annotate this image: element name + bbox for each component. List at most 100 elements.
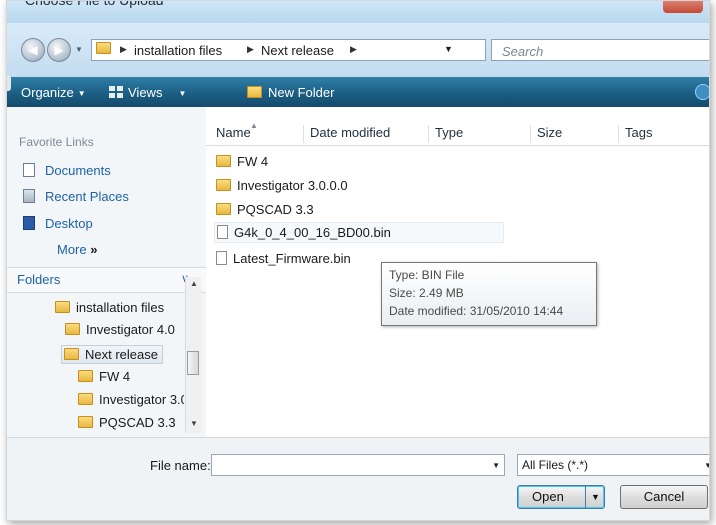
tree-item-label: FW 4 [99,369,131,384]
tree-item-investigator-3[interactable]: Investigator 3.0.0.0 [78,392,184,407]
documents-icon [23,163,35,177]
file-name-combobox[interactable]: ▼ [211,454,505,476]
caret-down-icon: ▼ [77,89,86,98]
organize-menu[interactable]: Organize ▼ [21,85,86,100]
favorite-link-documents[interactable]: Documents [23,163,111,178]
file-name: Latest_Firmware.bin [233,251,351,266]
new-folder-icon [247,86,262,98]
address-dropdown-icon[interactable]: ▼ [444,44,453,54]
tree-item-investigator-4[interactable]: Investigator 4.0 [65,322,175,337]
folders-header[interactable]: Folders ∨ [7,267,206,293]
favorite-link-label: Desktop [45,216,93,231]
tree-item-fw4[interactable]: FW 4 [78,369,130,384]
column-header-label: Tags [625,125,653,140]
file-type-filter-value: All Files (*.*) [522,458,589,472]
tree-item-label: Next release [85,347,158,362]
column-header-size[interactable]: Size [531,125,619,143]
recent-places-icon [23,189,35,203]
favorite-link-desktop[interactable]: Desktop [23,216,93,231]
recent-pages-dropdown[interactable]: ▼ [75,45,83,54]
scroll-up-icon[interactable]: ▲ [190,279,198,288]
file-name: PQSCAD 3.3 [237,202,314,217]
file-name-input[interactable] [215,456,487,476]
file-icon [216,251,227,265]
more-links[interactable]: More » [57,242,97,257]
breadcrumb-item[interactable]: installation files [134,43,222,58]
forward-button[interactable]: ▶ [47,38,71,62]
file-row[interactable]: G4k_0_4_00_16_BD00.bin [214,222,504,243]
column-header-label: Name [216,125,251,140]
folder-icon [216,179,231,191]
search-box[interactable] [491,39,709,61]
navigation-pane: Favorite Links Documents Recent Places D… [7,107,207,437]
breadcrumb-separator-icon[interactable]: ▶ [247,44,254,55]
tree-item-next-release[interactable]: Next release [61,345,163,364]
new-folder-button[interactable]: New Folder [247,85,334,100]
scroll-thumb[interactable] [187,351,199,375]
folder-icon [64,348,79,360]
more-label: More [57,242,87,257]
open-options-arrow-icon[interactable]: ▼ [591,486,600,508]
file-name: G4k_0_4_00_16_BD00.bin [234,225,391,240]
back-button[interactable]: ◀ [21,38,45,62]
help-icon[interactable] [695,84,709,100]
organize-icon [7,75,11,91]
breadcrumb-separator-icon[interactable]: ▶ [350,44,357,55]
file-row[interactable]: Latest_Firmware.bin [216,251,351,266]
tree-item-label: installation files [76,300,165,315]
folders-scrollbar[interactable]: ▲ ▼ [185,277,201,433]
caret-down-icon: ▼ [178,89,187,98]
scroll-down-icon[interactable]: ▼ [190,419,198,428]
tree-item-label: PQSCAD 3.3 [99,415,176,430]
title-bar: Choose File to Upload [7,1,709,23]
favorite-link-recent-places[interactable]: Recent Places [23,189,129,204]
split-divider [585,486,586,508]
file-info-tooltip: Type: BIN File Size: 2.49 MB Date modifi… [381,262,597,326]
tree-item-installation-files[interactable]: installation files [55,300,164,315]
file-row[interactable]: PQSCAD 3.3 [216,202,314,217]
cancel-button[interactable]: Cancel [620,485,708,509]
folder-icon [55,301,70,313]
file-row[interactable]: FW 4 [216,154,268,169]
close-button[interactable] [663,1,703,13]
chevron-down-icon[interactable]: ▼ [704,461,709,470]
folder-icon [216,203,231,215]
tooltip-size: Size: 2.49 MB [389,286,464,300]
folder-icon [216,155,231,167]
file-name: Investigator 3.0.0.0 [237,178,348,193]
column-header-label: Size [537,125,563,140]
views-menu[interactable]: Views ▼ [109,85,186,100]
file-type-filter[interactable]: All Files (*.*) ▼ [517,454,709,476]
desktop-icon [23,216,35,230]
column-header-date-modified[interactable]: Date modified [304,125,429,143]
file-icon [217,225,228,239]
column-header-tags[interactable]: Tags [619,125,709,143]
folder-icon [78,370,93,382]
tree-item-pqscad[interactable]: PQSCAD 3.3 [78,415,176,430]
chevron-down-icon[interactable]: ▼ [492,461,500,470]
breadcrumb-item[interactable]: Next release [261,43,334,58]
column-header-label: Date modified [310,125,391,140]
back-arrow-icon: ◀ [28,43,38,57]
file-dialog: Choose File to Upload ◀ ▶ ▼ ▶ installati… [6,0,710,521]
address-bar: ◀ ▶ ▼ ▶ installation files ▶ Next releas… [7,23,709,77]
folders-label: Folders [17,272,61,287]
file-name: FW 4 [237,154,269,169]
column-header-name[interactable]: Name ▲ [210,121,304,143]
file-row[interactable]: Investigator 3.0.0.0 [216,178,348,193]
favorite-link-label: Recent Places [45,189,129,204]
folder-icon [96,42,111,54]
column-header-type[interactable]: Type [429,125,531,143]
favorite-links-header: Favorite Links [19,135,94,149]
sort-arrow-icon: ▲ [250,121,258,130]
file-list: Name ▲ Date modified Type Size Tags FW 4… [206,107,709,437]
favorite-link-label: Documents [45,163,111,178]
open-button[interactable]: Open ▼ [517,485,605,509]
dialog-footer: File name: ▼ All Files (*.*) ▼ Open ▼ Ca… [7,437,709,520]
new-folder-label: New Folder [268,85,335,100]
breadcrumb-separator-icon[interactable]: ▶ [120,44,127,55]
file-name-label: File name: [150,458,211,473]
tooltip-date: Date modified: 31/05/2010 14:44 [389,304,564,318]
search-input[interactable] [500,42,704,60]
breadcrumb[interactable]: ▶ installation files ▶ Next release ▶ ▼ … [91,39,571,61]
